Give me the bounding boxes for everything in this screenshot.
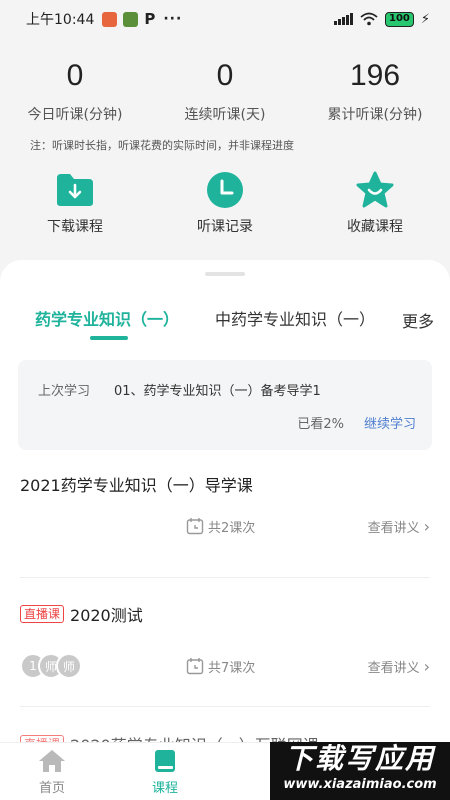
action-label: 收藏课程 [347, 219, 403, 235]
view-handout-label: 查看讲义 [367, 520, 420, 536]
nav-courses[interactable]: 课程 [152, 749, 178, 796]
stat-label: 今日听课(分钟) [27, 107, 123, 123]
chevron-right-icon: › [423, 516, 430, 536]
stat-label: 累计听课(分钟) [327, 107, 423, 123]
nav-label: 课程 [152, 781, 179, 796]
course-sheet: 药学专业知识（一） 中药学专业知识（一） 更多 上次学习 01、药学专业知识（一… [0, 260, 450, 750]
course-item[interactable]: 2021药学专业知识（一）导学课 共2课次 查看讲义 › [20, 472, 430, 536]
course-title: 2021药学专业知识（一）导学课 [20, 476, 253, 495]
course-meta: 1 师 师 共7课次 查看讲义 › [20, 652, 430, 680]
stat-total: 196 累计听课(分钟) [300, 56, 450, 124]
last-study-lesson: 01、药学专业知识（一）备考导学1 [114, 384, 321, 399]
listening-history-button[interactable]: 听课记录 [150, 170, 300, 236]
stat-value: 0 [66, 59, 84, 92]
live-badge: 直播课 [20, 605, 65, 623]
tab-more[interactable]: 更多 [402, 308, 434, 332]
teacher-avatars: 1 师 师 [20, 653, 82, 679]
status-bar: 上午10:44 P ··· 100 ⚡ [0, 0, 450, 38]
home-icon [39, 750, 65, 772]
nav-home[interactable]: 首页 [38, 749, 66, 796]
lesson-count: 共2课次 [186, 517, 255, 536]
download-folder-icon [55, 170, 95, 210]
clock-icon [205, 170, 245, 210]
tab-pharmacy-knowledge-1[interactable]: 药学专业知识（一） [35, 306, 179, 330]
course-title: 2020测试 [70, 606, 143, 625]
course-item[interactable]: 直播课 2020测试 1 师 师 共7课次 查看讲义 › [20, 602, 430, 679]
view-handout-link[interactable]: 查看讲义 › [368, 657, 430, 676]
divider [20, 577, 430, 578]
watch-progress: 已看2% [297, 417, 344, 432]
view-handout-label: 查看讲义 [367, 660, 420, 676]
watermark-title: 下载写应用 [284, 742, 435, 775]
watermark-url: www.xiazaimiao.com [283, 777, 437, 792]
lesson-count-label: 共7课次 [208, 660, 256, 676]
active-tab-indicator [90, 336, 128, 340]
chevron-right-icon: › [423, 656, 430, 676]
battery-icon: 100 [384, 11, 414, 27]
view-handout-link[interactable]: 查看讲义 › [368, 517, 430, 536]
more-notifications-icon: ··· [163, 11, 183, 27]
nav-label: 首页 [38, 781, 65, 796]
status-time: 上午10:44 [26, 12, 95, 28]
tab-chinese-pharmacy-knowledge-1[interactable]: 中药学专业知识（一） [215, 306, 375, 330]
course-title-row: 直播课 2020测试 [20, 602, 430, 626]
calendar-icon [186, 518, 204, 535]
charging-icon: ⚡ [420, 11, 430, 27]
stat-value: 196 [349, 59, 401, 92]
download-courses-button[interactable]: 下载课程 [0, 170, 150, 236]
wifi-icon [360, 12, 378, 26]
favorite-courses-button[interactable]: 收藏课程 [300, 170, 450, 236]
site-watermark: 下载写应用 www.xiazaimiao.com [270, 742, 450, 800]
drag-handle[interactable] [205, 272, 245, 276]
continue-learning-link[interactable]: 继续学习 [364, 413, 416, 432]
stat-today: 0 今日听课(分钟) [0, 56, 150, 124]
calendar-icon [186, 658, 204, 675]
stats-note: 注：听课时长指，听课花费的实际时间，并非课程进度 [30, 139, 294, 152]
divider [20, 706, 430, 707]
last-study-label: 上次学习 [38, 384, 91, 399]
quick-actions: 下载课程 听课记录 收藏课程 [0, 170, 450, 236]
android-notification-icon [123, 11, 139, 27]
avatar: 师 [56, 653, 82, 679]
action-label: 下载课程 [47, 219, 103, 235]
star-icon [355, 170, 395, 210]
listening-stats: 0 今日听课(分钟) 0 连续听课(天) 196 累计听课(分钟) [0, 56, 450, 124]
signal-icon [333, 13, 353, 25]
book-icon [155, 750, 175, 772]
lesson-count-label: 共2课次 [208, 520, 256, 536]
subject-tabs: 药学专业知识（一） 中药学专业知识（一） 更多 [0, 306, 450, 346]
p-notification-icon: P [144, 10, 156, 28]
stat-streak: 0 连续听课(天) [150, 56, 300, 124]
stat-value: 0 [216, 59, 234, 92]
notification-app-icon [102, 11, 118, 27]
last-study-card[interactable]: 上次学习 01、药学专业知识（一）备考导学1 已看2% 继续学习 [18, 360, 432, 450]
action-label: 听课记录 [197, 219, 253, 235]
lesson-count: 共7课次 [186, 657, 255, 676]
stat-label: 连续听课(天) [184, 107, 266, 123]
